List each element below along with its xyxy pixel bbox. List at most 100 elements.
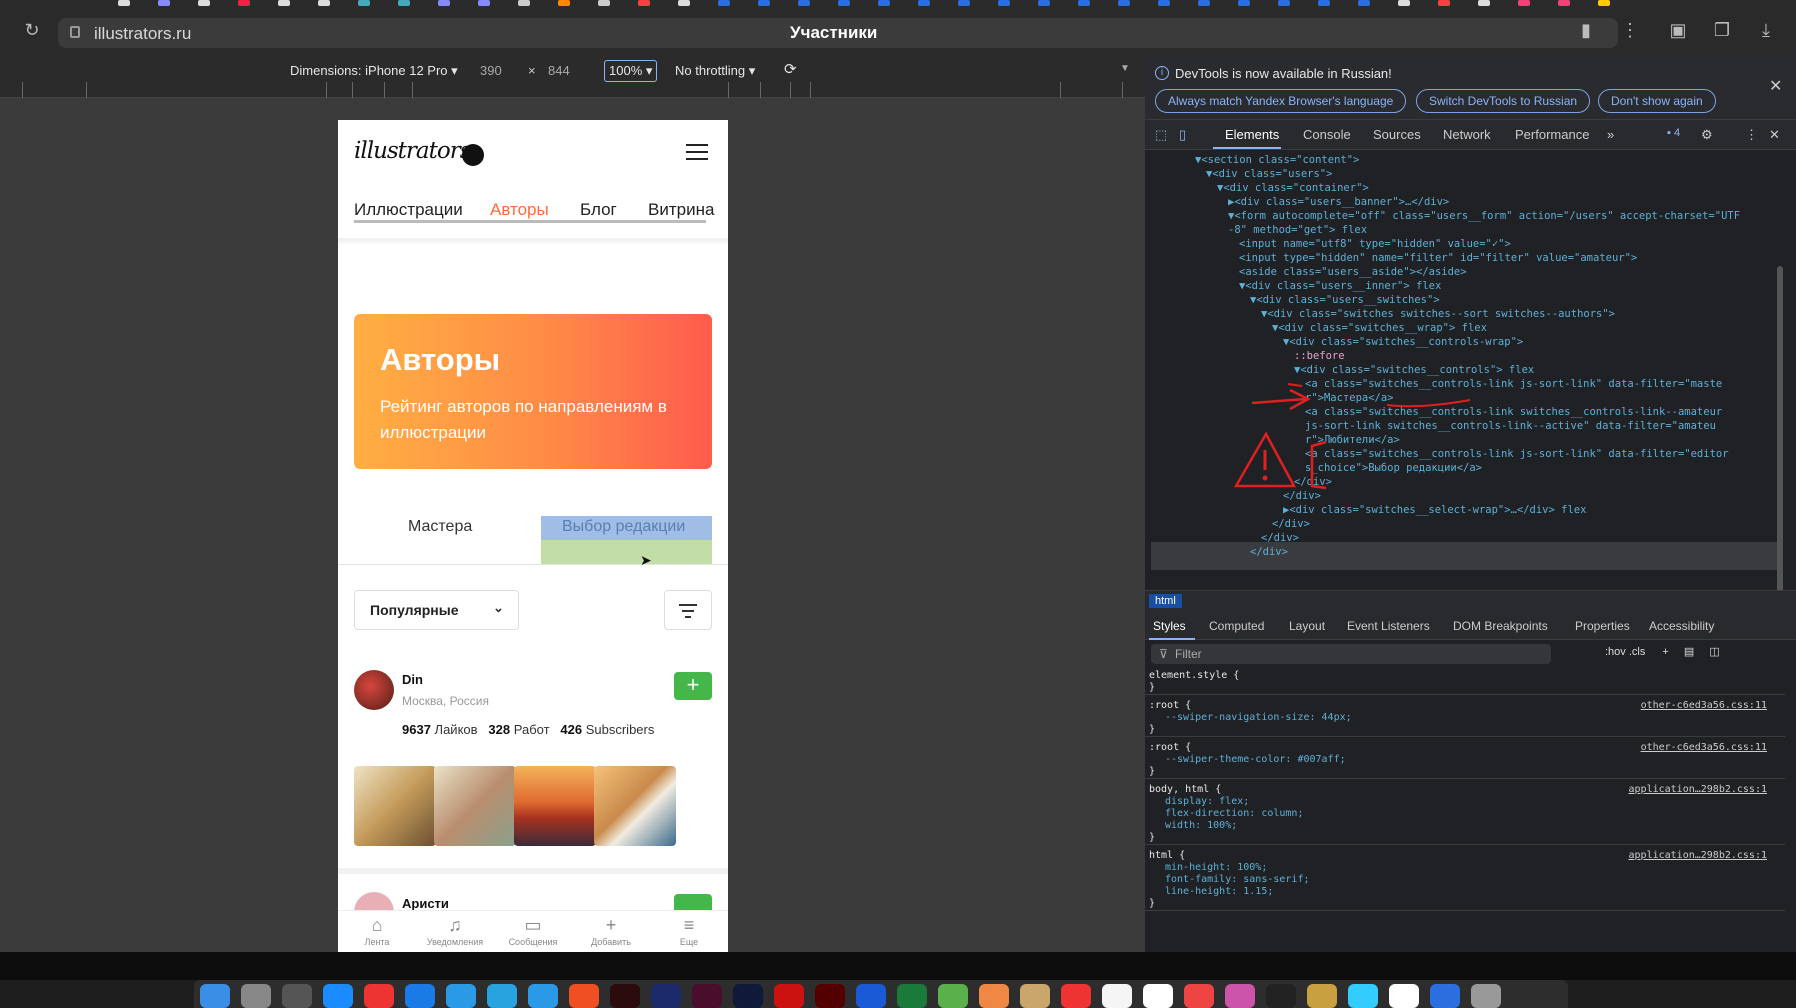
- tab-favicon-icon[interactable]: [1478, 0, 1490, 6]
- tab-favicon-icon[interactable]: [1118, 0, 1130, 6]
- switch-russian-button[interactable]: Switch DevTools to Russian: [1416, 89, 1591, 113]
- dom-node-line[interactable]: s_choice">Выбор редакции</a>: [1305, 462, 1482, 474]
- tab-favicon-icon[interactable]: [598, 0, 610, 6]
- dock-app-icon[interactable]: [1102, 984, 1132, 1008]
- dom-node-line[interactable]: <aside class="users__aside"></aside>: [1239, 266, 1467, 278]
- styles-pane[interactable]: element.style {}:root {other-c6ed3a56.cs…: [1145, 666, 1785, 952]
- width-field[interactable]: 390: [480, 63, 502, 78]
- user-name[interactable]: Din: [402, 672, 423, 687]
- dom-node-line[interactable]: ▼<div class="users__inner"> flex: [1239, 280, 1441, 292]
- tab-favicon-icon[interactable]: [1438, 0, 1450, 6]
- hamburger-menu-icon[interactable]: [686, 144, 708, 160]
- dock-app-icon[interactable]: [282, 984, 312, 1008]
- follow-button[interactable]: +: [674, 672, 712, 700]
- filter-button[interactable]: [664, 590, 712, 630]
- tab-favicon-icon[interactable]: [1558, 0, 1570, 6]
- settings-gear-icon[interactable]: ⚙: [1701, 127, 1713, 143]
- tab-layout[interactable]: Layout: [1289, 619, 1325, 633]
- sort-select[interactable]: Популярные ⌄: [354, 590, 519, 630]
- style-property[interactable]: line-height: 1.15;: [1165, 886, 1273, 897]
- dom-node-line[interactable]: <a class="switches__controls-link switch…: [1305, 406, 1722, 418]
- dock-app-icon[interactable]: [1143, 984, 1173, 1008]
- tab-favicon-icon[interactable]: [318, 0, 330, 6]
- tab-favicon-icon[interactable]: [638, 0, 650, 6]
- throttling-select[interactable]: No throttling ▾: [675, 63, 755, 79]
- bottom-nav-feed[interactable]: ⌂ Лента: [338, 911, 416, 947]
- dock-app-icon[interactable]: [692, 984, 722, 1008]
- dock-app-icon[interactable]: [1307, 984, 1337, 1008]
- dont-show-button[interactable]: Don't show again: [1598, 89, 1716, 113]
- style-source-link[interactable]: application…298b2.css:1: [1629, 850, 1767, 861]
- tab-favicon-icon[interactable]: [398, 0, 410, 6]
- dock-app-icon[interactable]: [364, 984, 394, 1008]
- bottom-nav-more[interactable]: ≡ Еще: [650, 911, 728, 947]
- dom-node-line[interactable]: ▼<div class="switches__wrap"> flex: [1272, 322, 1487, 334]
- dock-app-icon[interactable]: [569, 984, 599, 1008]
- devtools-more-icon[interactable]: ⋮: [1745, 127, 1758, 143]
- dock-app-icon[interactable]: [610, 984, 640, 1008]
- dock-app-icon[interactable]: [1020, 984, 1050, 1008]
- style-property[interactable]: display: flex;: [1165, 796, 1249, 807]
- dom-node-line[interactable]: </div>: [1283, 490, 1321, 502]
- add-rule-icon[interactable]: +: [1662, 646, 1668, 658]
- tab-styles[interactable]: Styles: [1153, 619, 1186, 633]
- bottom-nav-messages[interactable]: ▭ Сообщения: [494, 911, 572, 947]
- tab-favicon-icon[interactable]: [1078, 0, 1090, 6]
- tab-favicon-icon[interactable]: [1158, 0, 1170, 6]
- dock-app-icon[interactable]: [651, 984, 681, 1008]
- tab-editors-choice[interactable]: Выбор редакции: [562, 518, 685, 536]
- dock-app-icon[interactable]: [1061, 984, 1091, 1008]
- dock-app-icon[interactable]: [733, 984, 763, 1008]
- bookmark-icon[interactable]: ▮: [1574, 20, 1598, 41]
- nav-showcase[interactable]: Витрина: [648, 200, 714, 220]
- tab-dom-breakpoints[interactable]: DOM Breakpoints: [1453, 619, 1548, 633]
- tab-elements[interactable]: Elements: [1225, 127, 1279, 142]
- tab-favicon-icon[interactable]: [1198, 0, 1210, 6]
- extension-icon[interactable]: ▣: [1666, 20, 1690, 41]
- tab-favicon-icon[interactable]: [1398, 0, 1410, 6]
- height-field[interactable]: 844: [548, 63, 570, 78]
- dock-app-icon[interactable]: [323, 984, 353, 1008]
- dock-app-icon[interactable]: [979, 984, 1009, 1008]
- tab-favicon-icon[interactable]: [1318, 0, 1330, 6]
- tab-sources[interactable]: Sources: [1373, 127, 1421, 142]
- sidebar-toggle-icon[interactable]: ◫: [1709, 646, 1719, 658]
- dock-app-icon[interactable]: [1389, 984, 1419, 1008]
- dock-app-icon[interactable]: [856, 984, 886, 1008]
- style-selector[interactable]: :root {: [1149, 742, 1191, 753]
- style-property[interactable]: width: 100%;: [1165, 820, 1237, 831]
- tab-favicon-icon[interactable]: [358, 0, 370, 6]
- issues-badge[interactable]: ▪ 4: [1667, 127, 1680, 139]
- dom-node-line[interactable]: </div>: [1261, 532, 1299, 544]
- tab-favicon-icon[interactable]: [918, 0, 930, 6]
- tab-event-listeners[interactable]: Event Listeners: [1347, 619, 1430, 633]
- hov-cls-toggles[interactable]: :hov .cls: [1605, 646, 1645, 658]
- breadcrumb-html[interactable]: html: [1149, 594, 1182, 608]
- tab-favicon-icon[interactable]: [998, 0, 1010, 6]
- style-source-link[interactable]: other-c6ed3a56.css:11: [1641, 742, 1767, 753]
- tab-favicon-icon[interactable]: [718, 0, 730, 6]
- tab-favicon-icon[interactable]: [1278, 0, 1290, 6]
- bottom-nav-add[interactable]: + Добавить: [572, 911, 650, 947]
- dock-app-icon[interactable]: [200, 984, 230, 1008]
- tab-favicon-icon[interactable]: [798, 0, 810, 6]
- style-selector[interactable]: :root {: [1149, 700, 1191, 711]
- nav-authors[interactable]: Авторы: [490, 200, 549, 220]
- tab-favicon-icon[interactable]: [238, 0, 250, 6]
- dom-node-line[interactable]: ▼<div class="users">: [1206, 168, 1332, 180]
- dock-app-icon[interactable]: [241, 984, 271, 1008]
- tab-accessibility[interactable]: Accessibility: [1649, 619, 1714, 633]
- tab-favicon-icon[interactable]: [678, 0, 690, 6]
- tab-favicon-icon[interactable]: [878, 0, 890, 6]
- avatar[interactable]: [354, 670, 394, 710]
- devtools-close-icon[interactable]: ✕: [1769, 127, 1780, 143]
- device-select[interactable]: Dimensions: iPhone 12 Pro ▾: [290, 63, 458, 79]
- dock-app-icon[interactable]: [405, 984, 435, 1008]
- tab-favicon-icon[interactable]: [278, 0, 290, 6]
- tab-favicon-icon[interactable]: [1518, 0, 1530, 6]
- site-logo[interactable]: illustrators: [354, 138, 472, 164]
- artwork-thumbnail[interactable]: [434, 766, 516, 846]
- dom-node-line[interactable]: -8" method="get"> flex: [1228, 224, 1367, 236]
- dock-app-icon[interactable]: [897, 984, 927, 1008]
- inspect-icon[interactable]: ⬚: [1155, 127, 1167, 143]
